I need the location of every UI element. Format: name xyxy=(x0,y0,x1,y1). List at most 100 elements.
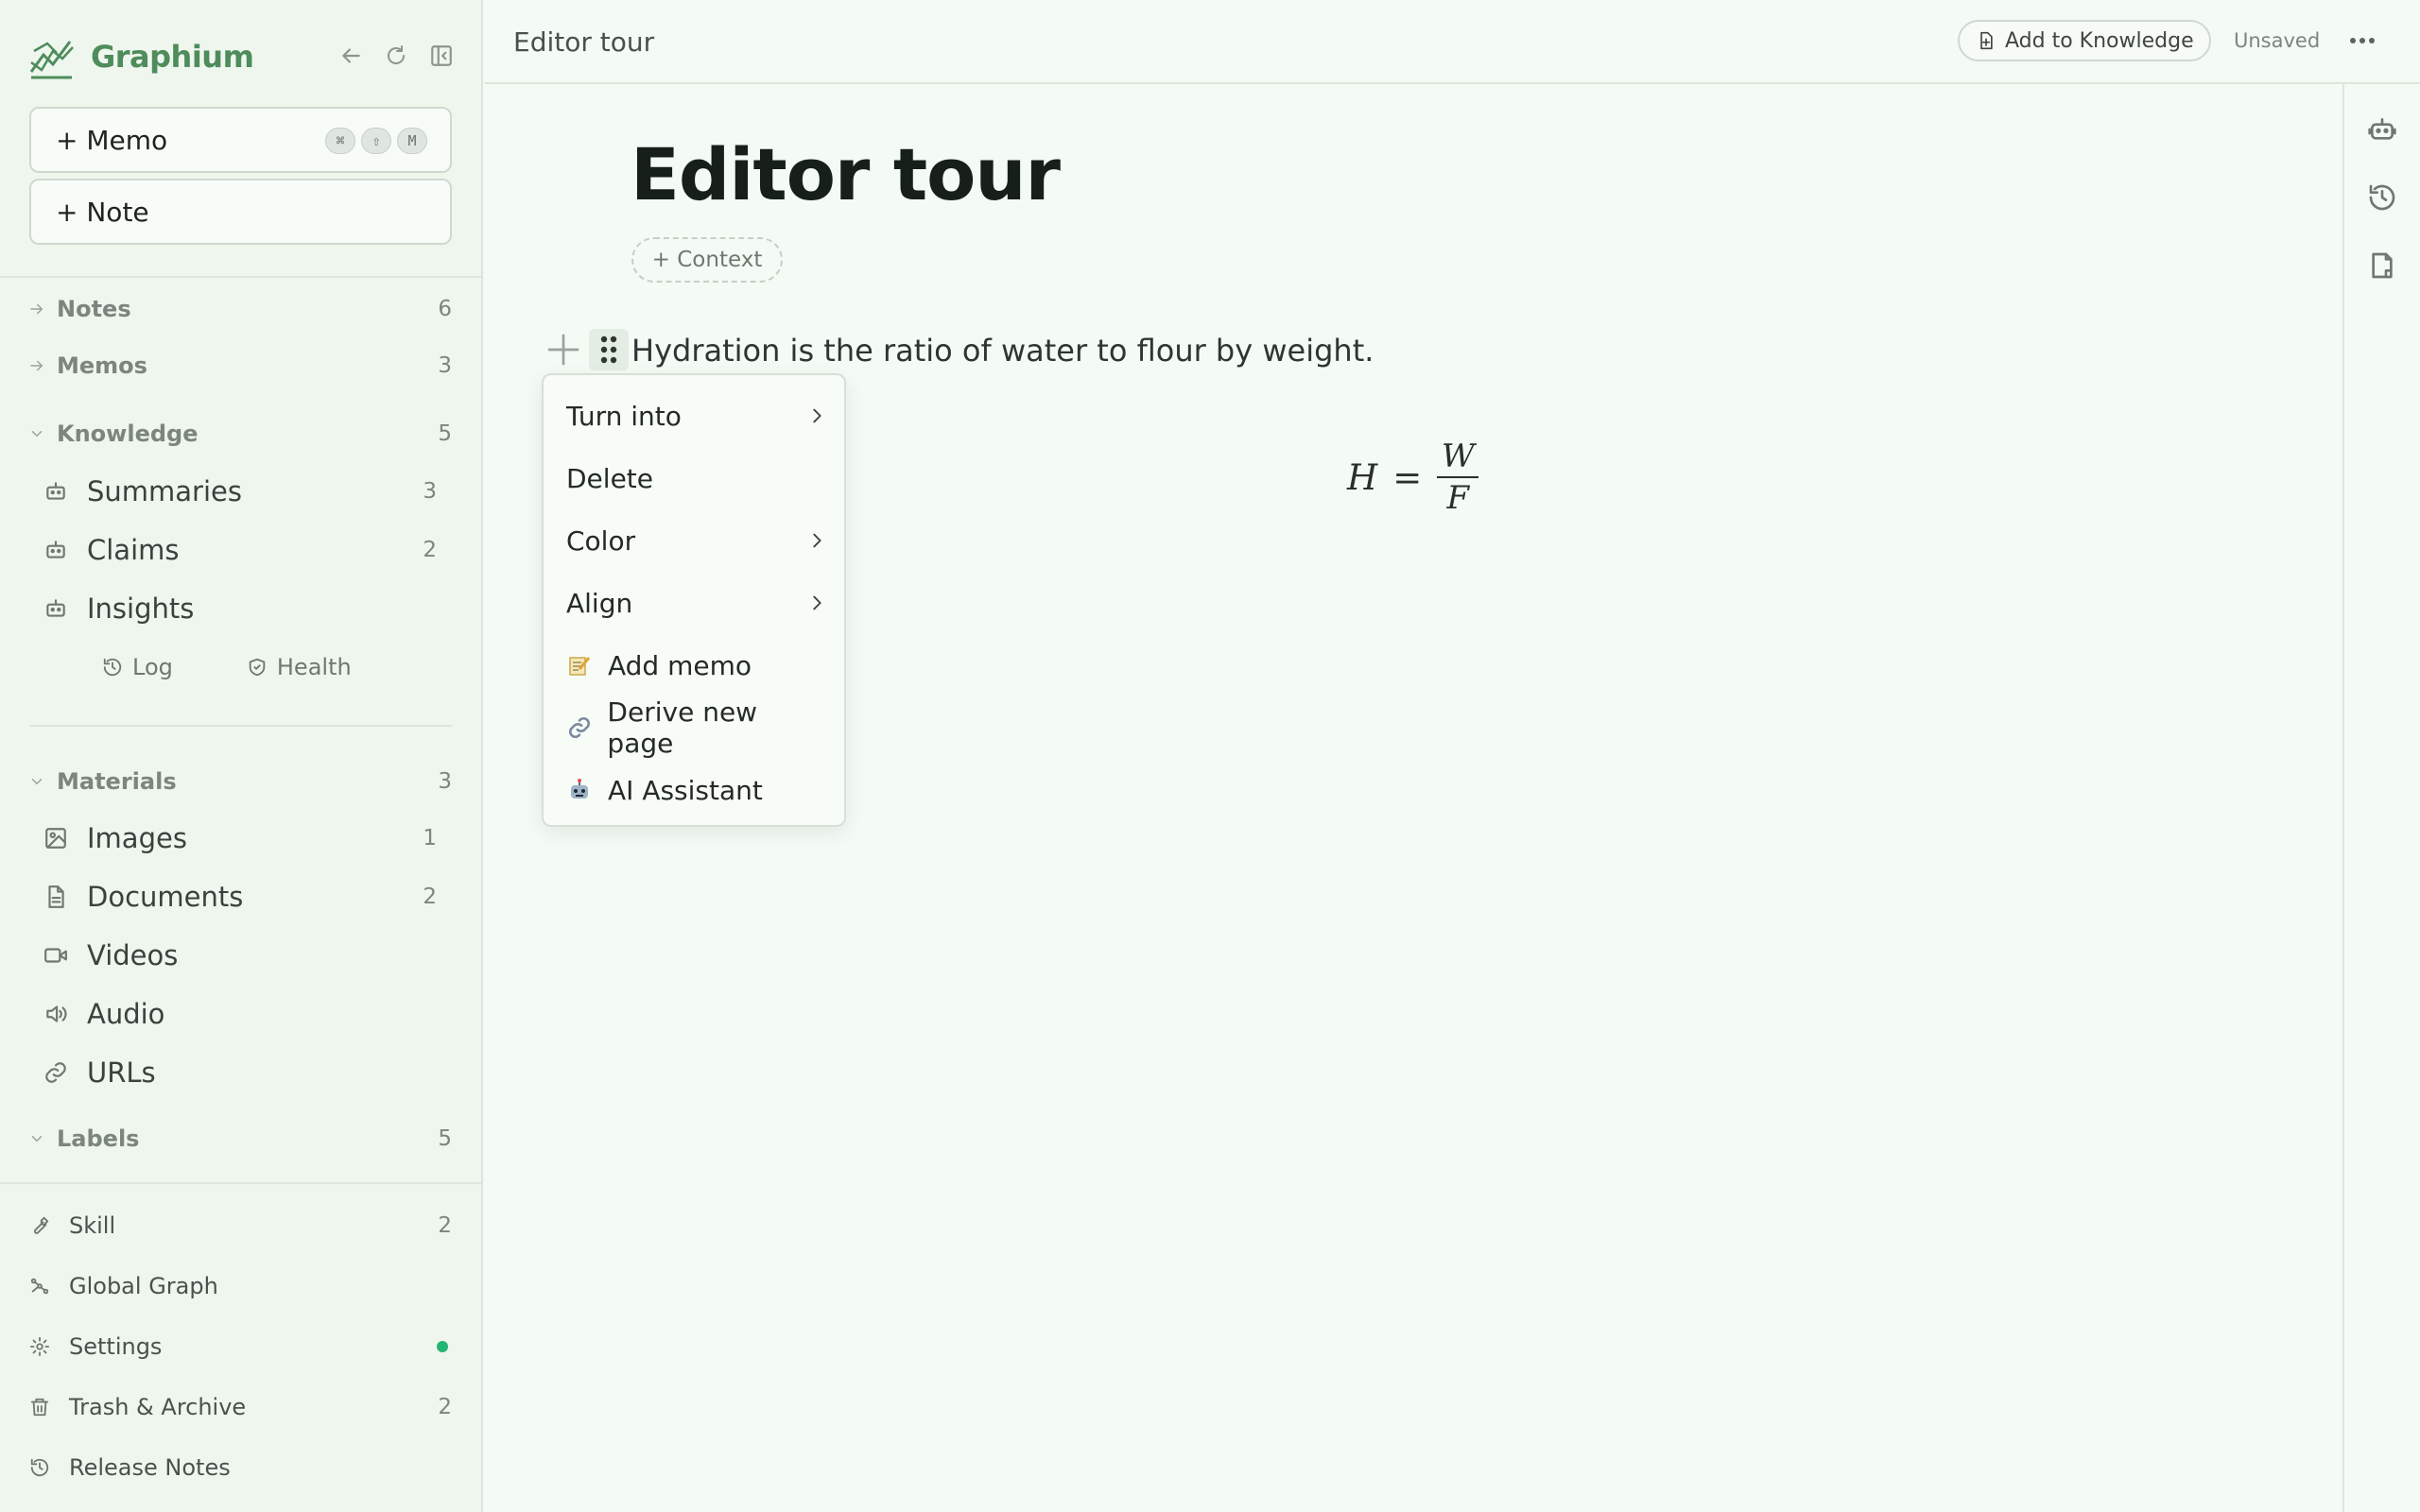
new-note-label: + Note xyxy=(56,196,149,228)
collapse-sidebar-icon[interactable] xyxy=(427,42,456,70)
add-context-button[interactable]: + Context xyxy=(631,237,783,283)
sidebar-item-images[interactable]: Images 1 xyxy=(43,816,441,860)
history-icon xyxy=(29,1457,50,1478)
math-block[interactable]: H = W F xyxy=(1347,437,1479,518)
sidebar-item-insights[interactable]: Insights xyxy=(43,587,441,630)
page-icon[interactable] xyxy=(2367,250,2397,281)
robot-icon xyxy=(43,479,72,504)
sidebar-item-count: 2 xyxy=(423,885,437,909)
divider xyxy=(0,276,483,278)
menu-item-label: Align xyxy=(566,587,633,619)
section-memos[interactable]: Memos 3 xyxy=(28,347,452,385)
sidebar-item-release-notes[interactable]: Release Notes xyxy=(29,1449,452,1486)
section-labels[interactable]: Labels 5 xyxy=(28,1120,452,1158)
knowledge-subactions: Log Health xyxy=(102,654,352,680)
menu-item-label: AI Assistant xyxy=(608,774,763,806)
robot-emoji-icon xyxy=(566,777,593,803)
history-icon xyxy=(102,657,123,678)
section-knowledge-label: Knowledge xyxy=(57,421,199,447)
section-notes-label: Notes xyxy=(57,296,131,322)
menu-item-delete[interactable]: Delete xyxy=(566,455,827,502)
sidebar-item-documents[interactable]: Documents 2 xyxy=(43,875,441,919)
sidebar-item-claims[interactable]: Claims 2 xyxy=(43,528,441,572)
divider xyxy=(29,725,452,727)
new-memo-button[interactable]: + Memo ⌘ ⇧ M xyxy=(29,107,452,173)
paragraph-block[interactable]: Hydration is the ratio of water to flour… xyxy=(631,333,1374,369)
sidebar-item-count: 2 xyxy=(438,1395,452,1419)
sidebar-item-trash-archive[interactable]: Trash & Archive 2 xyxy=(29,1388,452,1426)
ai-assistant-icon[interactable] xyxy=(2367,114,2397,145)
refresh-icon[interactable] xyxy=(382,42,410,70)
health-link[interactable]: Health xyxy=(247,654,352,680)
menu-item-color[interactable]: Color xyxy=(566,517,827,564)
menu-item-label: Turn into xyxy=(566,400,682,432)
sidebar-item-label: Documents xyxy=(87,881,244,913)
menu-item-align[interactable]: Align xyxy=(566,579,827,627)
page-title[interactable]: Editor tour xyxy=(631,132,1061,216)
sidebar-item-videos[interactable]: Videos xyxy=(43,934,441,977)
breadcrumb[interactable]: Editor tour xyxy=(513,26,654,58)
back-arrow-icon[interactable] xyxy=(337,42,365,70)
sidebar-item-label: Global Graph xyxy=(69,1273,218,1299)
log-link[interactable]: Log xyxy=(102,654,173,680)
sidebar-item-label: Audio xyxy=(87,998,165,1030)
section-knowledge-count: 5 xyxy=(438,421,452,446)
math-equals: = xyxy=(1392,456,1423,498)
wrench-icon xyxy=(29,1215,50,1236)
section-knowledge[interactable]: Knowledge 5 xyxy=(28,415,452,453)
section-notes[interactable]: Notes 6 xyxy=(28,290,452,328)
sidebar-item-label: URLs xyxy=(87,1057,156,1089)
sidebar-item-count: 3 xyxy=(423,479,437,504)
sidebar-item-audio[interactable]: Audio xyxy=(43,992,441,1036)
sidebar-item-skill[interactable]: Skill 2 xyxy=(29,1207,452,1245)
add-to-knowledge-button[interactable]: Add to Knowledge xyxy=(1958,20,2211,61)
sidebar-item-count: 1 xyxy=(423,826,437,850)
math-denominator: F xyxy=(1446,479,1470,517)
menu-item-derive-new-page[interactable]: Derive new page xyxy=(566,696,827,759)
log-label: Log xyxy=(132,654,173,680)
divider xyxy=(0,1182,483,1184)
memo-emoji-icon xyxy=(566,652,593,679)
drag-handle-icon[interactable] xyxy=(589,329,629,370)
chevron-right-icon xyxy=(806,530,827,551)
sidebar-item-label: Release Notes xyxy=(69,1454,231,1481)
sidebar-item-settings[interactable]: Settings xyxy=(29,1328,452,1366)
more-options-icon[interactable] xyxy=(2347,28,2377,53)
menu-item-turn-into[interactable]: Turn into xyxy=(566,392,827,439)
section-materials[interactable]: Materials 3 xyxy=(28,763,452,800)
sidebar-item-label: Skill xyxy=(69,1212,116,1239)
sidebar: Graphium + Memo ⌘ ⇧ M + Note Notes 6 Mem… xyxy=(0,0,483,1512)
history-icon[interactable] xyxy=(2367,182,2397,213)
menu-item-label: Delete xyxy=(566,462,653,494)
sidebar-item-label: Summaries xyxy=(87,475,242,507)
sidebar-item-urls[interactable]: URLs xyxy=(43,1051,441,1094)
add-block-icon[interactable] xyxy=(544,331,582,369)
new-note-button[interactable]: + Note xyxy=(29,179,452,245)
chevron-down-icon xyxy=(28,1130,49,1147)
sidebar-item-global-graph[interactable]: Global Graph xyxy=(29,1267,452,1305)
sidebar-item-label: Settings xyxy=(69,1333,163,1360)
robot-icon xyxy=(43,596,72,621)
document-icon xyxy=(43,885,72,909)
chevron-down-icon xyxy=(28,773,49,790)
block-context-menu: Turn into Delete Color Align Add memo De… xyxy=(542,373,846,827)
menu-item-add-memo[interactable]: Add memo xyxy=(566,642,827,689)
robot-icon xyxy=(43,538,72,562)
sidebar-top-actions xyxy=(337,42,456,70)
m-key: M xyxy=(397,128,427,154)
math-numerator: W xyxy=(1441,438,1475,475)
brand[interactable]: Graphium xyxy=(28,30,254,83)
editor-header: Editor tour Add to Knowledge Unsaved xyxy=(485,0,2420,84)
section-materials-label: Materials xyxy=(57,768,177,795)
sidebar-item-label: Videos xyxy=(87,939,179,971)
graphium-logo-icon xyxy=(28,34,76,79)
link-emoji-icon xyxy=(566,714,592,741)
speaker-icon xyxy=(43,1002,72,1026)
video-icon xyxy=(43,943,72,968)
menu-item-ai-assistant[interactable]: AI Assistant xyxy=(566,766,827,814)
section-labels-count: 5 xyxy=(438,1126,452,1151)
sidebar-item-label: Insights xyxy=(87,593,195,625)
sidebar-item-summaries[interactable]: Summaries 3 xyxy=(43,470,441,513)
math-fraction: W F xyxy=(1437,437,1479,518)
cmd-key: ⌘ xyxy=(325,128,355,154)
